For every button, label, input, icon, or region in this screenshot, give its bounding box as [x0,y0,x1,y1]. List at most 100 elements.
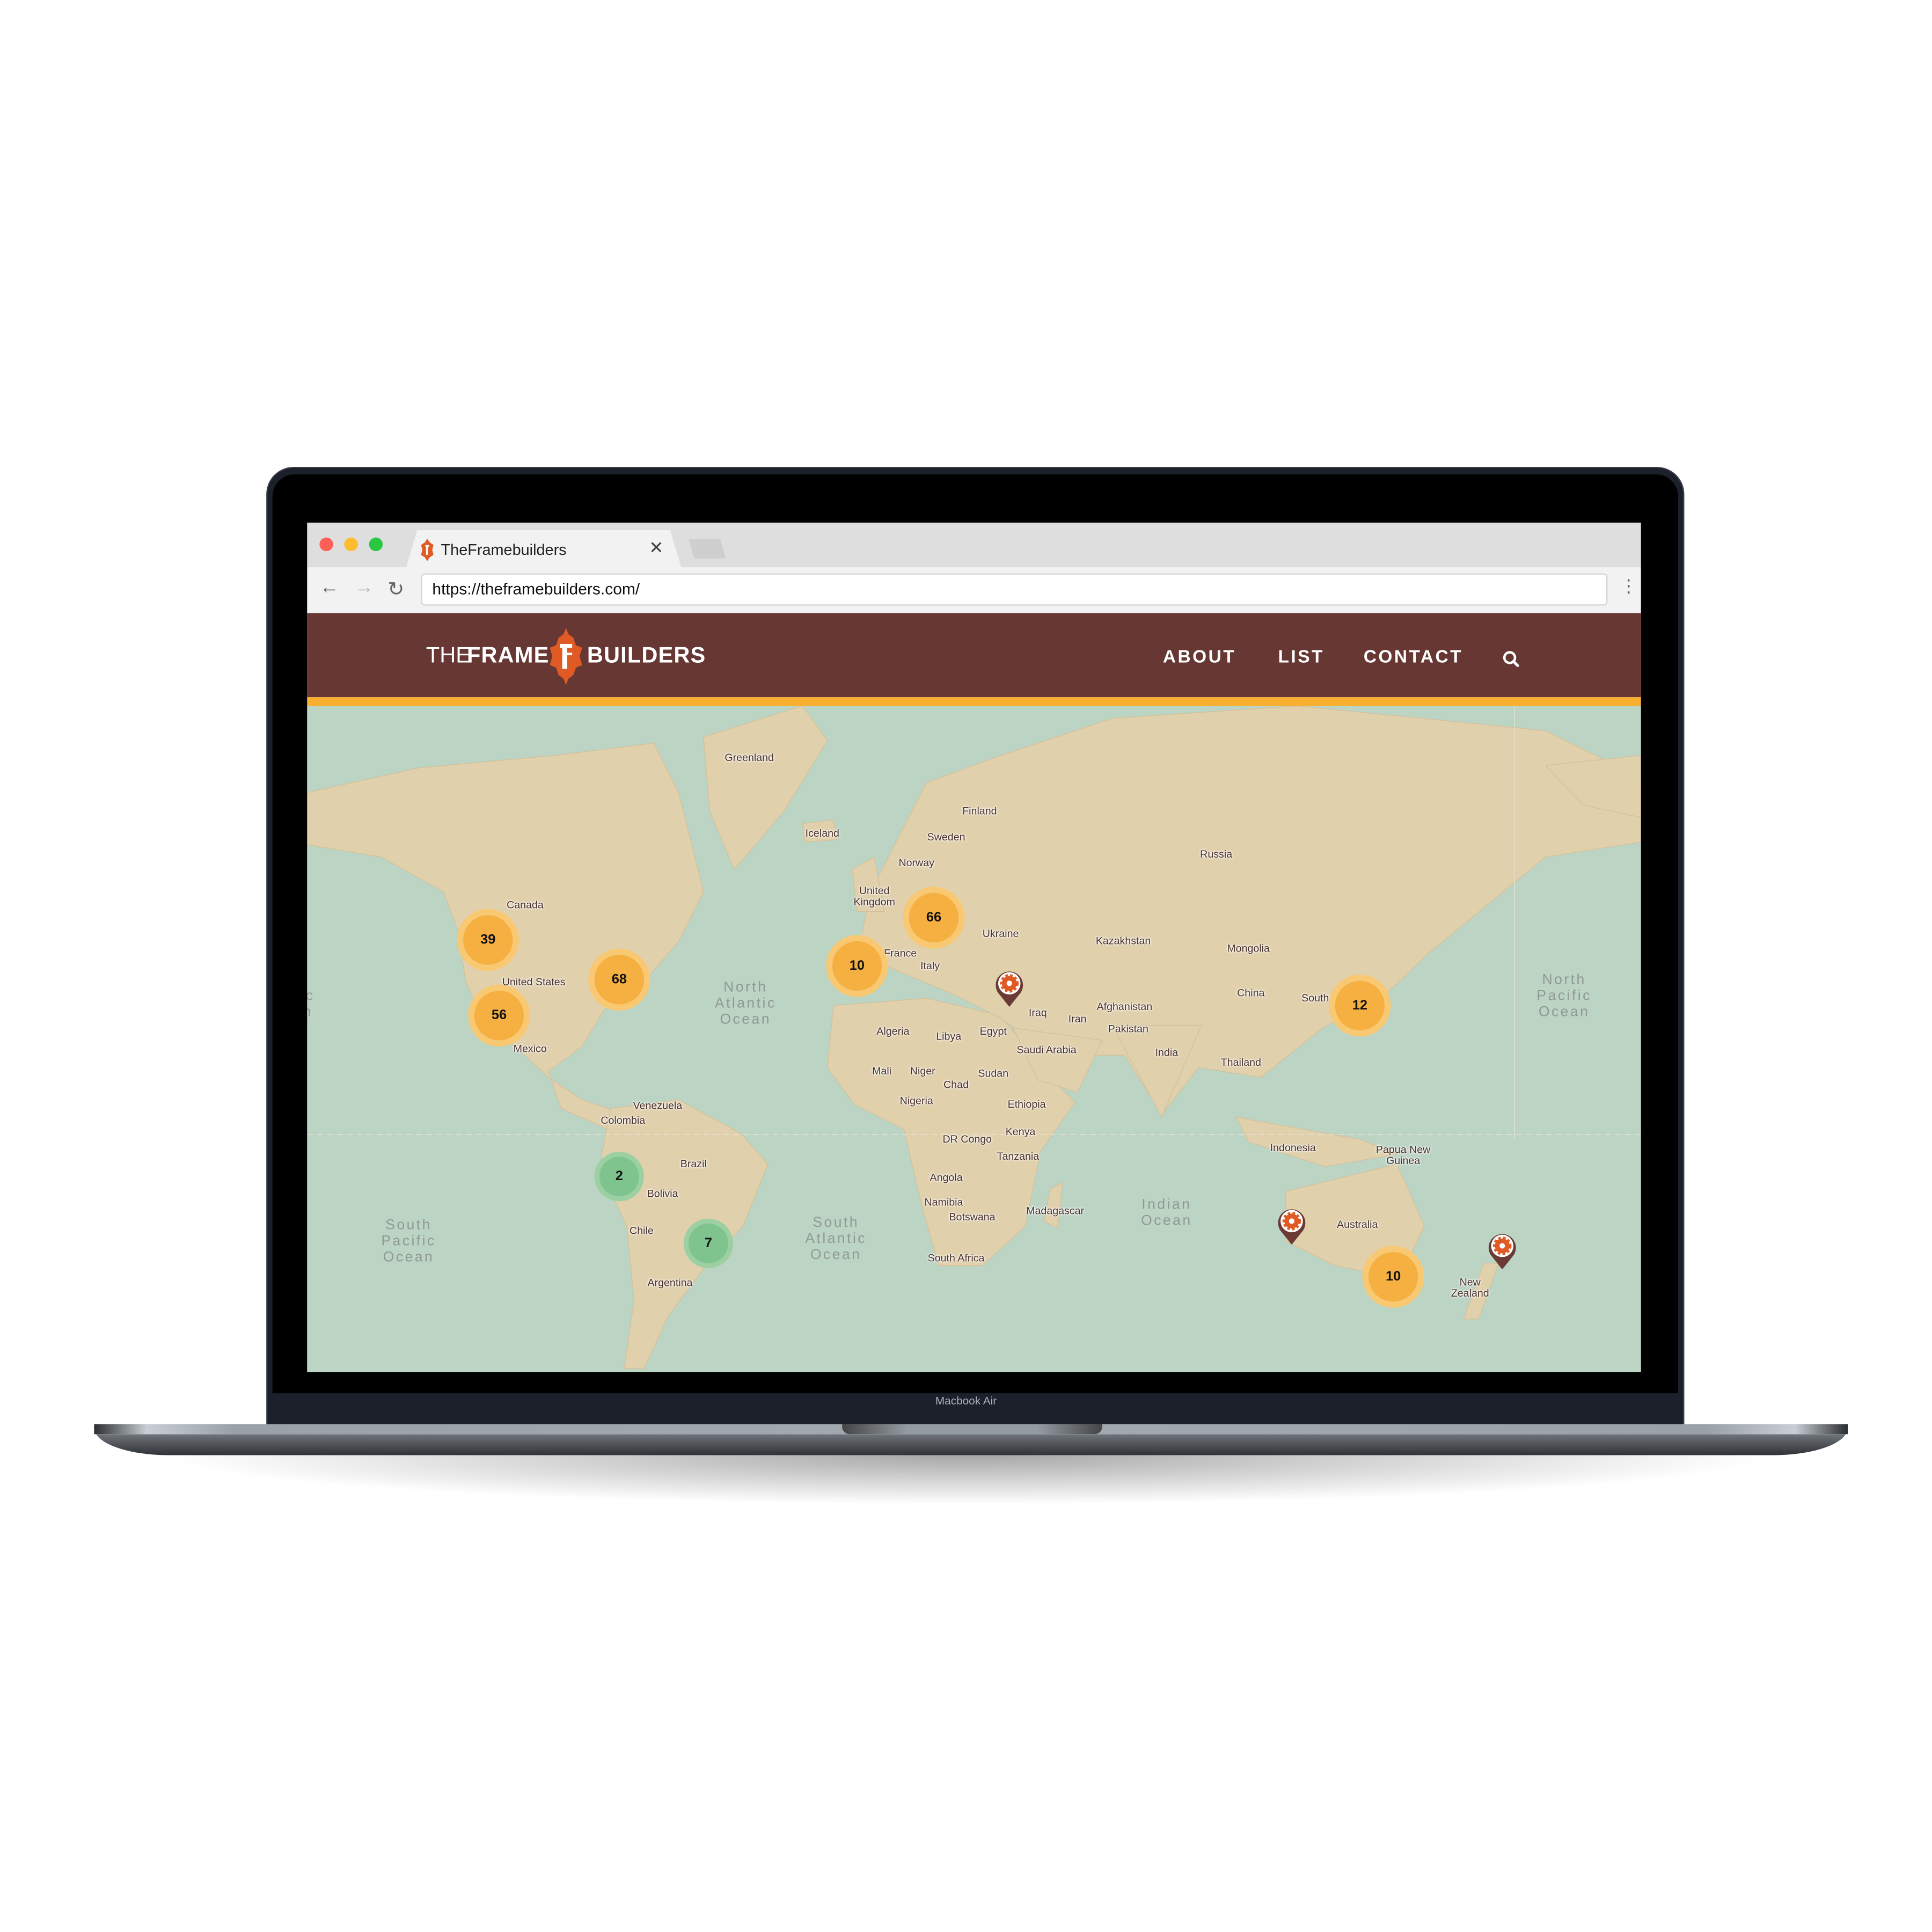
marker-cluster[interactable]: 10 [1368,1252,1418,1302]
nav-list[interactable]: LIST [1278,648,1324,668]
country-label: Iraq [1028,1006,1047,1019]
country-label: Norway [898,856,934,869]
marker-cluster[interactable]: 10 [832,941,882,991]
country-label: Mexico [513,1042,547,1055]
marker-cluster[interactable]: 39 [463,915,513,965]
close-window-button[interactable] [319,537,333,551]
ocean-label: North Pacific Ocean [307,973,314,1021]
back-arrow-icon[interactable]: ← [319,577,339,599]
ocean-label: Indian Ocean [1141,1197,1192,1229]
country-label: South [1301,991,1329,1004]
country-label: Ethiopia [1007,1097,1046,1110]
ocean-label: South Pacific Ocean [381,1218,436,1265]
country-label: Pakistan [1108,1022,1148,1035]
logo-emblem-icon [550,627,582,685]
country-label: Sudan [978,1067,1009,1080]
country-label: Italy [920,959,940,972]
tab-bar: TheFramebuilders ✕ [307,522,1641,567]
nav-about[interactable]: ABOUT [1163,648,1236,668]
country-label: Botswana [949,1210,996,1223]
country-label: Argentina [647,1276,693,1289]
country-label: Kazakhstan [1095,934,1151,947]
gear-pin-icon[interactable] [993,967,1026,1013]
country-label: Papua New Guinea [1375,1143,1431,1167]
marker-cluster[interactable]: 12 [1335,980,1385,1030]
marker-cluster[interactable]: 7 [689,1223,728,1263]
country-label: Russia [1200,847,1233,860]
country-label: Kenya [1005,1125,1036,1138]
gear-pin-icon[interactable] [1276,1205,1308,1250]
country-label: New Zealand [1451,1275,1489,1299]
new-tab-button[interactable] [689,538,726,559]
country-label: Mongolia [1227,941,1270,955]
address-bar[interactable]: https://theframebuilders.com/ [421,573,1608,606]
country-label: Colombia [601,1114,646,1126]
nav-contact[interactable]: CONTACT [1364,648,1463,668]
country-label: Mali [872,1064,892,1077]
close-icon[interactable]: ✕ [649,538,663,559]
country-label: France [884,947,917,960]
more-menu-icon[interactable]: ⋮ [1620,576,1637,597]
country-label: Libya [936,1029,962,1042]
tab-theframebuilders[interactable]: TheFramebuilders ✕ [406,530,682,567]
country-label: Namibia [924,1196,963,1209]
country-label: Nigeria [899,1094,933,1107]
search-icon[interactable] [1502,650,1519,668]
country-label: China [1237,986,1265,999]
marker-cluster[interactable]: 56 [474,991,524,1041]
marker-cluster[interactable]: 2 [599,1157,639,1197]
ocean-label: North Pacific Ocean [1536,972,1592,1020]
country-label: Venezuela [633,1099,683,1112]
reload-icon[interactable]: ↻ [387,577,404,602]
country-label: Saudi Arabia [1016,1043,1077,1056]
country-label: Egypt [979,1024,1007,1037]
favicon-icon [421,538,434,561]
gear-pin-icon[interactable] [1486,1230,1518,1276]
browser-toolbar: ← → ↻ https://theframebuilders.com/ ⋮ [307,567,1641,614]
browser-window: TheFramebuilders ✕ ← → ↻ https://thefram… [307,522,1641,1372]
country-label: Australia [1337,1218,1378,1231]
country-label: Bolivia [647,1187,678,1199]
logo-frame: FRAME [466,642,550,668]
site-header: THE FRAME BUILDERS ABOUT LIST CONTACT [307,613,1641,698]
logo-builders: BUILDERS [587,642,706,668]
ocean-label: South Atlantic Ocean [805,1215,867,1263]
world-map[interactable]: North Atlantic Ocean North Pacific Ocean S… [307,706,1641,1372]
country-label: Canada [507,898,544,911]
laptop-notch [842,1424,1102,1435]
country-label: Finland [962,804,997,817]
ocean-label: North Atlantic Ocean [714,980,777,1028]
country-label: Sweden [927,830,965,843]
country-label: Thailand [1220,1056,1261,1069]
logo-the: THE [426,642,471,668]
forward-arrow-icon[interactable]: → [354,577,374,599]
marker-cluster[interactable]: 68 [594,955,644,1005]
country-label: Afghanistan [1096,1000,1153,1013]
country-label: Iran [1068,1012,1087,1025]
country-label: Brazil [680,1157,707,1170]
country-label: Greenland [724,751,774,764]
country-label: United States [502,975,566,988]
country-label: Algeria [876,1024,910,1037]
country-label: India [1155,1045,1179,1058]
country-label: DR Congo [942,1132,992,1145]
header-accent-bar [307,697,1641,706]
country-label: Niger [910,1064,935,1077]
laptop-shadow [160,1455,1771,1505]
country-label: Ukraine [982,927,1019,940]
country-label: United Kingdom [853,884,895,908]
country-label: Madagascar [1026,1204,1085,1217]
country-label: Chile [630,1224,654,1237]
minimize-window-button[interactable] [344,537,358,551]
device-model-label: Macbook Air [935,1394,997,1407]
country-label: Tanzania [997,1150,1040,1162]
country-label: Indonesia [1270,1141,1316,1154]
marker-cluster[interactable]: 66 [909,892,959,943]
country-label: Chad [943,1078,969,1091]
country-label: South Africa [927,1251,985,1264]
zoom-window-button[interactable] [369,537,383,551]
country-label: Angola [930,1170,963,1183]
country-label: Iceland [805,826,839,839]
site-logo[interactable]: THE FRAME BUILDERS [426,613,711,697]
tab-title: TheFramebuilders [441,541,567,559]
